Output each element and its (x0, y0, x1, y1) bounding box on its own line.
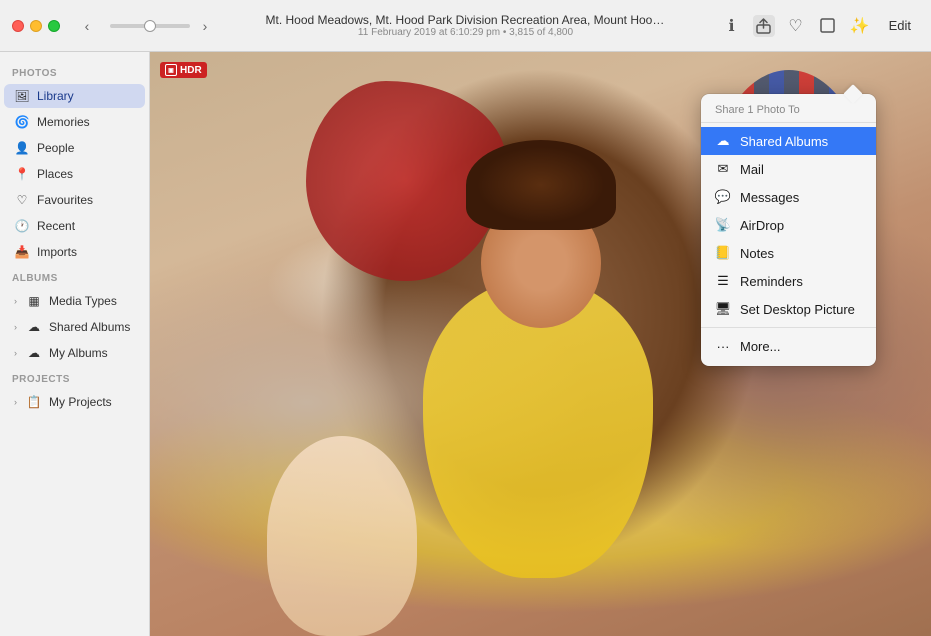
sidebar-item-library[interactable]: 🖼 Library (4, 84, 145, 108)
expand-icon: › (14, 296, 17, 306)
sidebar-item-memories[interactable]: 🌀 Memories (4, 110, 145, 134)
sidebar-item-favourites[interactable]: ♡ Favourites (4, 188, 145, 212)
mail-label: Mail (740, 162, 764, 177)
sidebar: Photos 🖼 Library 🌀 Memories 👤 People 📍 P… (0, 52, 150, 636)
heart-button[interactable]: ♡ (785, 15, 807, 37)
share-item-notes[interactable]: 📒 Notes (701, 239, 876, 267)
more-icon: ··· (715, 338, 731, 354)
rotate-button[interactable] (817, 15, 839, 37)
set-desktop-icon: 🖥 (715, 301, 731, 317)
library-icon: 🖼 (14, 88, 30, 104)
nav-controls: ‹ › (76, 15, 216, 37)
media-types-icon: ▦ (26, 293, 42, 309)
my-albums-icon: ☁ (26, 345, 42, 361)
dropdown-title: Share 1 Photo To (701, 100, 876, 123)
photos-section-label: Photos (0, 60, 149, 83)
sidebar-item-shared-albums[interactable]: › ☁ Shared Albums (4, 315, 145, 339)
messages-icon: 💬 (715, 189, 731, 205)
memories-label: Memories (37, 115, 90, 129)
set-desktop-label: Set Desktop Picture (740, 302, 855, 317)
shared-albums-icon: ☁ (26, 319, 42, 335)
sidebar-item-media-types[interactable]: › ▦ Media Types (4, 289, 145, 313)
memories-icon: 🌀 (14, 114, 30, 130)
traffic-lights (12, 20, 60, 32)
hdr-icon: ▣ (165, 64, 177, 76)
sidebar-item-people[interactable]: 👤 People (4, 136, 145, 160)
places-label: Places (37, 167, 73, 181)
reminders-icon: ☰ (715, 273, 731, 289)
sidebar-item-imports[interactable]: 📥 Imports (4, 240, 145, 264)
my-albums-label: My Albums (49, 346, 108, 360)
airdrop-icon: 📡 (715, 217, 731, 233)
share-item-more[interactable]: ··· More... (701, 332, 876, 360)
share-item-shared-albums[interactable]: ☁ Shared Albums (701, 127, 876, 155)
photo-slider[interactable] (110, 24, 190, 28)
magic-button[interactable]: ✨ (849, 15, 871, 37)
forward-button[interactable]: › (194, 15, 216, 37)
share-button[interactable] (753, 15, 775, 37)
my-projects-icon: 📋 (26, 394, 42, 410)
title-center: Mt. Hood Meadows, Mt. Hood Park Division… (266, 13, 666, 38)
photo-subtitle: 11 February 2019 at 6:10:29 pm • 3,815 o… (266, 27, 666, 38)
close-button[interactable] (12, 20, 24, 32)
people-icon: 👤 (14, 140, 30, 156)
toolbar-right: ℹ ♡ ✨ Edit (721, 15, 919, 37)
sidebar-item-my-projects[interactable]: › 📋 My Projects (4, 390, 145, 414)
favourites-icon: ♡ (14, 192, 30, 208)
albums-section-label: Albums (0, 265, 149, 288)
shared-albums-menu-label: Shared Albums (740, 134, 828, 149)
more-label: More... (740, 339, 780, 354)
my-projects-label: My Projects (49, 395, 112, 409)
sidebar-item-my-albums[interactable]: › ☁ My Albums (4, 341, 145, 365)
minimize-button[interactable] (30, 20, 42, 32)
main-area: Photos 🖼 Library 🌀 Memories 👤 People 📍 P… (0, 52, 931, 636)
notes-label: Notes (740, 246, 774, 261)
reminders-label: Reminders (740, 274, 803, 289)
share-item-messages[interactable]: 💬 Messages (701, 183, 876, 211)
back-button[interactable]: ‹ (76, 15, 98, 37)
share-dropdown: Share 1 Photo To ☁ Shared Albums ✉ Mail … (701, 94, 876, 366)
favourites-label: Favourites (37, 193, 93, 207)
shared-albums-menu-icon: ☁ (715, 133, 731, 149)
info-button[interactable]: ℹ (721, 15, 743, 37)
share-item-set-desktop[interactable]: 🖥 Set Desktop Picture (701, 295, 876, 323)
imports-icon: 📥 (14, 244, 30, 260)
dropdown-separator (701, 327, 876, 328)
airdrop-label: AirDrop (740, 218, 784, 233)
photo-title: Mt. Hood Meadows, Mt. Hood Park Division… (266, 13, 666, 27)
sidebar-item-places[interactable]: 📍 Places (4, 162, 145, 186)
projects-section-label: Projects (0, 366, 149, 389)
recent-label: Recent (37, 219, 75, 233)
sidebar-item-recent[interactable]: 🕐 Recent (4, 214, 145, 238)
recent-icon: 🕐 (14, 218, 30, 234)
expand-icon-4: › (14, 397, 17, 407)
hdr-text: HDR (180, 65, 202, 76)
notes-icon: 📒 (715, 245, 731, 261)
imports-label: Imports (37, 245, 77, 259)
edit-button[interactable]: Edit (881, 15, 919, 36)
share-item-mail[interactable]: ✉ Mail (701, 155, 876, 183)
expand-icon-3: › (14, 348, 17, 358)
library-label: Library (37, 89, 74, 103)
title-bar: ‹ › Mt. Hood Meadows, Mt. Hood Park Divi… (0, 0, 931, 52)
hdr-badge: ▣ HDR (160, 62, 207, 78)
media-types-label: Media Types (49, 294, 117, 308)
messages-label: Messages (740, 190, 799, 205)
mail-icon: ✉ (715, 161, 731, 177)
share-item-reminders[interactable]: ☰ Reminders (701, 267, 876, 295)
places-icon: 📍 (14, 166, 30, 182)
people-label: People (37, 141, 74, 155)
maximize-button[interactable] (48, 20, 60, 32)
share-item-airdrop[interactable]: 📡 AirDrop (701, 211, 876, 239)
expand-icon-2: › (14, 322, 17, 332)
photo-area: ▣ HDR Share 1 Photo To ☁ Shared Albums ✉… (150, 52, 931, 636)
shared-albums-label: Shared Albums (49, 320, 130, 334)
